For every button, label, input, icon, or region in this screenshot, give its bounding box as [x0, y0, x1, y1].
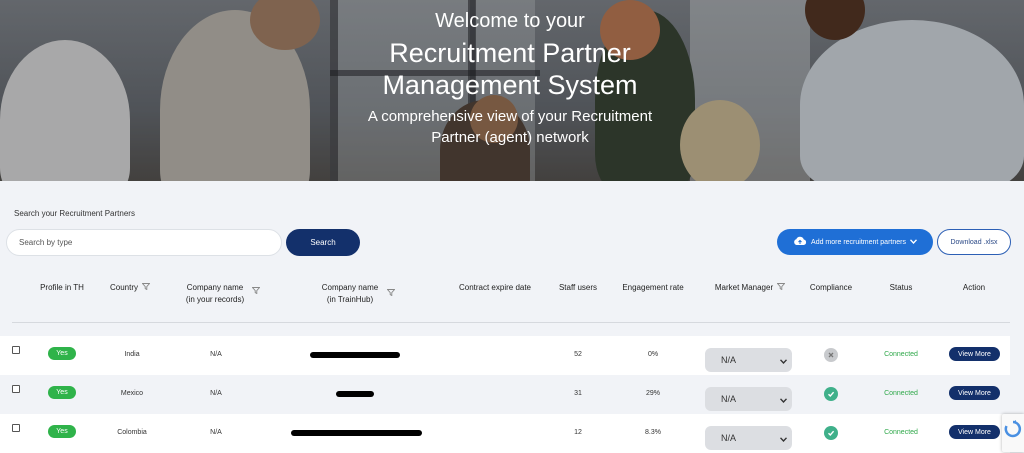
company-records-cell: N/A	[210, 390, 222, 397]
search-input[interactable]	[6, 229, 282, 256]
check-icon	[824, 387, 838, 401]
market-manager-select[interactable]: N/A	[705, 426, 792, 450]
view-more-button[interactable]: View More	[949, 386, 1000, 400]
add-partners-button[interactable]: Add more recruitment partners	[777, 229, 933, 255]
staff-users-cell: 31	[574, 390, 582, 397]
market-manager-select[interactable]: N/A	[705, 348, 792, 372]
header-divider	[12, 322, 1010, 323]
status-text: Connected	[884, 390, 918, 397]
check-icon	[824, 426, 838, 440]
row-checkbox[interactable]	[12, 424, 20, 432]
engagement-cell: 29%	[645, 390, 660, 397]
company-records-cell: N/A	[210, 351, 222, 358]
download-xlsx-button[interactable]: Download .xlsx	[937, 229, 1011, 255]
filter-icon[interactable]	[386, 288, 396, 300]
hero-kicker: Welcome to your	[435, 10, 585, 32]
hero-title: Recruitment Partner Management System	[300, 37, 720, 101]
hero-subtitle-line1: A comprehensive view of your Recruitment	[367, 108, 653, 125]
col-market-manager[interactable]: Market Manager	[705, 282, 795, 294]
col-company-trainhub[interactable]: Company name (in TrainHub)	[305, 282, 396, 306]
search-button[interactable]: Search	[286, 229, 360, 256]
chevron-down-icon	[909, 238, 917, 246]
profile-badge: Yes	[48, 347, 76, 360]
engagement-cell: 8.3%	[645, 429, 661, 436]
country-cell: Colombia	[117, 429, 147, 436]
staff-users-cell: 52	[574, 351, 582, 358]
col-engagement: Engagement rate	[622, 283, 684, 292]
search-label: Search your Recruitment Partners	[14, 209, 135, 218]
col-compliance: Compliance	[809, 283, 853, 292]
view-more-button[interactable]: View More	[949, 347, 1000, 361]
market-manager-select[interactable]: N/A	[705, 387, 792, 411]
status-text: Connected	[884, 429, 918, 436]
col-staff-users: Staff users	[558, 283, 598, 292]
staff-users-cell: 12	[574, 429, 582, 436]
recaptcha-badge[interactable]	[1002, 414, 1024, 452]
view-more-button[interactable]: View More	[949, 425, 1000, 439]
redacted-company-name	[310, 352, 400, 358]
col-status: Status	[889, 283, 913, 292]
hero-subtitle-line2: Partner (agent) network	[431, 129, 589, 146]
hero-title-line2: Management System	[382, 70, 638, 100]
country-cell: Mexico	[120, 390, 144, 397]
hero-title-line1: Recruitment Partner	[389, 38, 631, 68]
engagement-cell: 0%	[647, 351, 659, 358]
hero-subtitle: A comprehensive view of your Recruitment…	[300, 106, 720, 148]
row-checkbox[interactable]	[12, 346, 20, 354]
table-row: Yes Colombia N/A 12 8.3% N/A Connected V…	[0, 414, 1010, 453]
table-row: Yes India N/A 52 0% N/A Connected View M…	[0, 336, 1010, 375]
col-profile: Profile in TH	[40, 283, 84, 292]
row-checkbox[interactable]	[12, 385, 20, 393]
col-country[interactable]: Country	[100, 282, 160, 294]
filter-icon[interactable]	[776, 282, 786, 294]
filter-icon[interactable]	[251, 286, 261, 298]
col-company-records[interactable]: Company name (in your records)	[170, 282, 261, 306]
add-partners-label: Add more recruitment partners	[811, 238, 906, 246]
country-cell: India	[124, 351, 140, 358]
col-contract-expire: Contract expire date	[458, 283, 532, 292]
redacted-company-name	[336, 391, 374, 397]
filter-icon[interactable]	[141, 282, 151, 294]
x-icon	[824, 348, 838, 362]
profile-badge: Yes	[48, 386, 76, 399]
status-text: Connected	[884, 351, 918, 358]
chevron-down-icon	[779, 395, 788, 405]
hero-banner: Welcome to your Recruitment Partner Mana…	[0, 0, 1024, 181]
table-row: Yes Mexico N/A 31 29% N/A Connected View…	[0, 375, 1010, 414]
col-action: Action	[962, 283, 986, 292]
chevron-down-icon	[779, 434, 788, 444]
company-records-cell: N/A	[210, 429, 222, 436]
cloud-upload-icon	[793, 236, 807, 248]
chevron-down-icon	[779, 356, 788, 366]
profile-badge: Yes	[48, 425, 76, 438]
redacted-company-name	[291, 430, 422, 436]
